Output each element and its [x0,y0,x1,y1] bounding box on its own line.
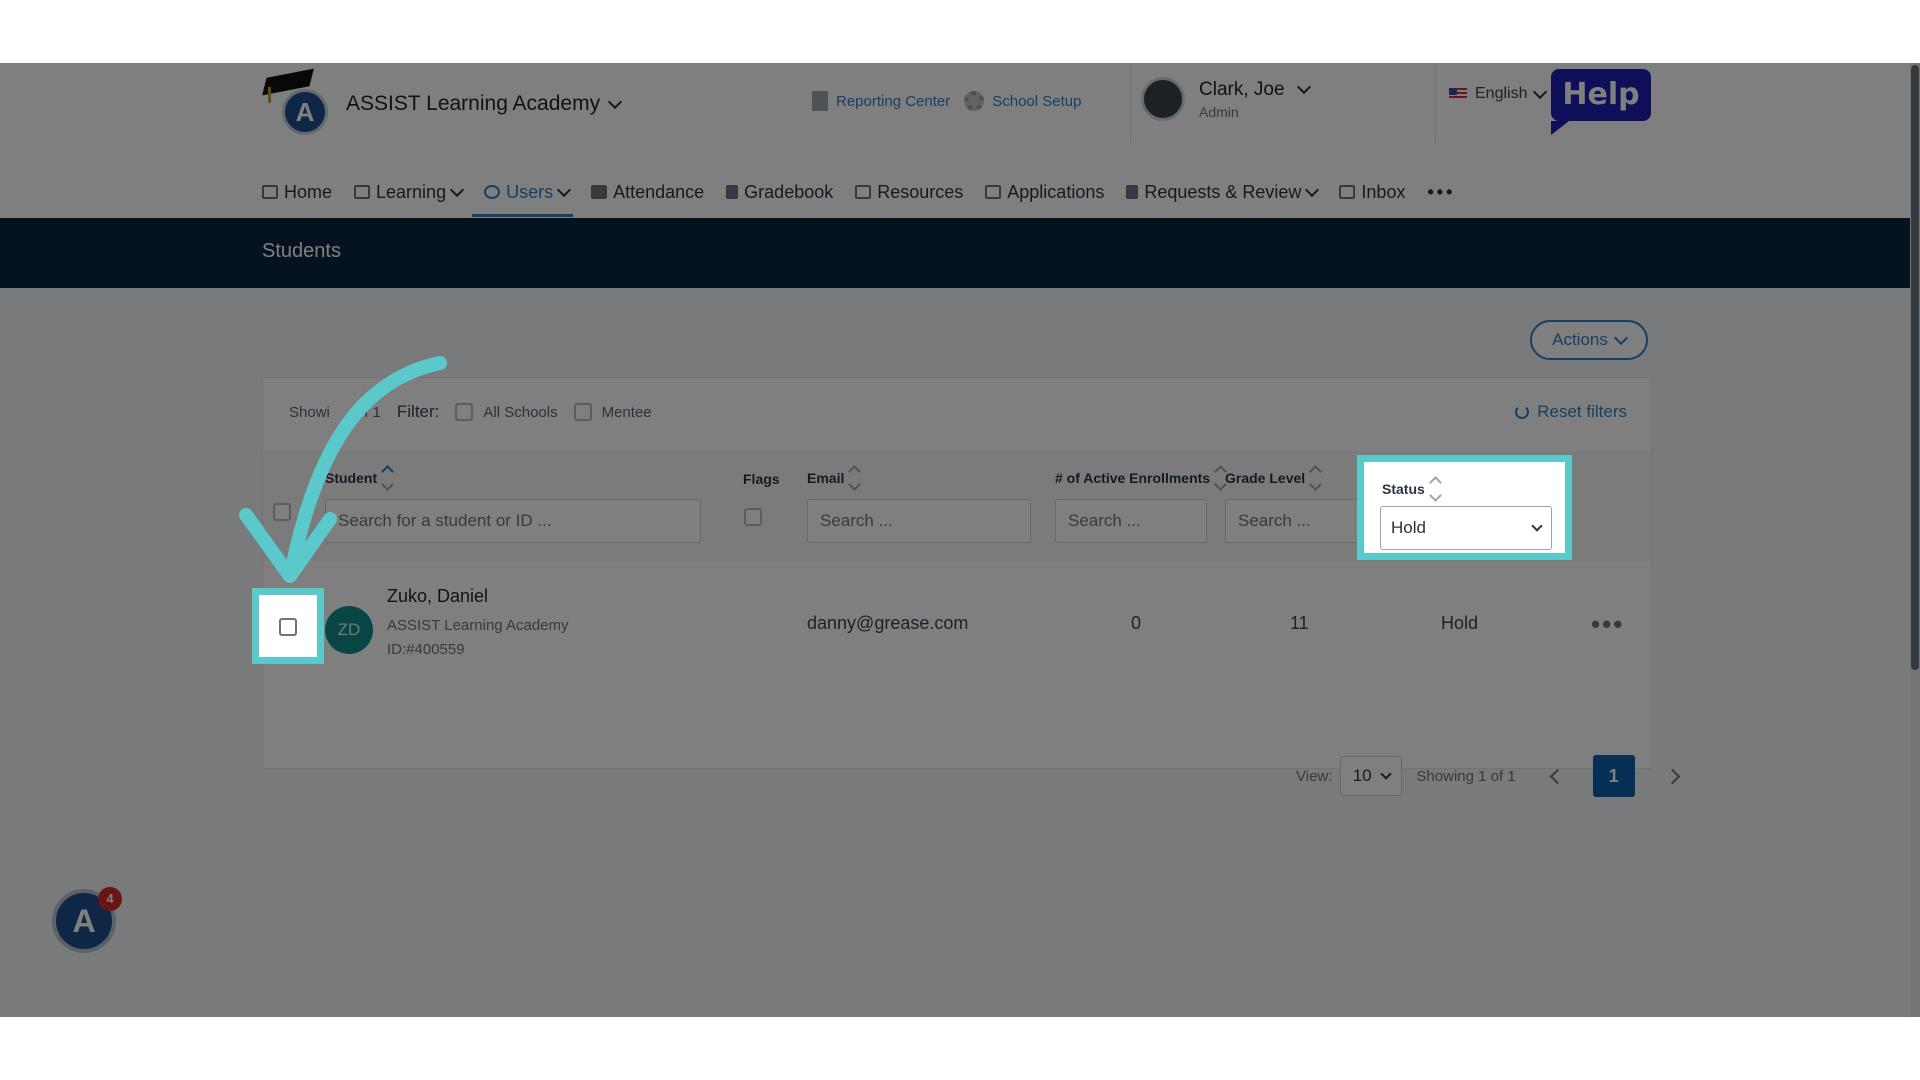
app-frame: A ASSIST Learning Academy Reporting Cent… [0,63,1920,1017]
tutorial-arrow-icon [239,356,447,583]
